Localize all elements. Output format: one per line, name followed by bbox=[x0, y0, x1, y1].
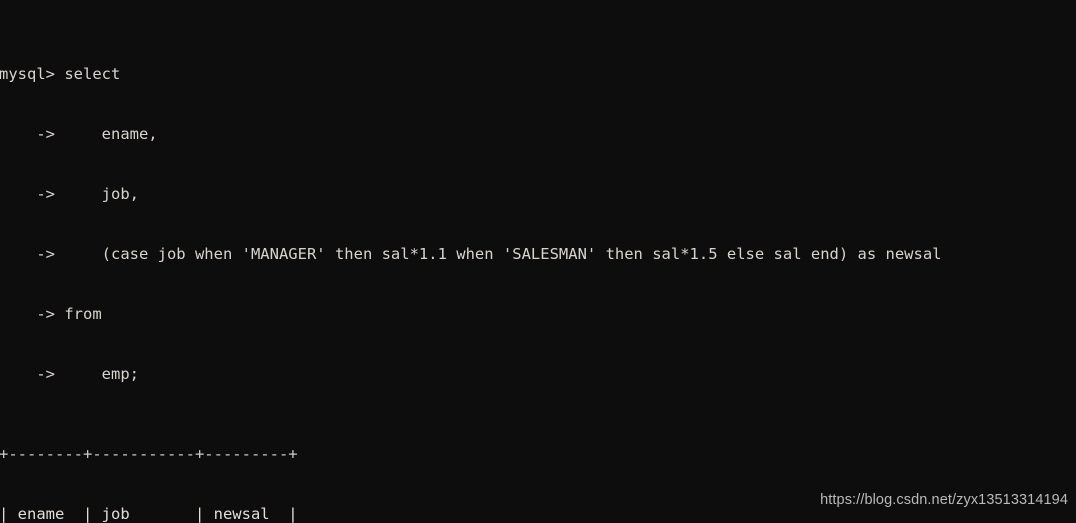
query-line: mysql> select bbox=[0, 65, 121, 83]
query-line: -> job, bbox=[0, 185, 139, 203]
query-line: -> ename, bbox=[0, 125, 158, 143]
table-border-top: +--------+-----------+---------+ bbox=[0, 445, 298, 463]
query-line: -> (case job when 'MANAGER' then sal*1.1… bbox=[0, 245, 942, 263]
terminal-screen: mysql> select -> ename, -> job, -> (case… bbox=[0, 4, 1076, 523]
query-line: -> emp; bbox=[0, 365, 139, 383]
query-line: -> from bbox=[0, 305, 102, 323]
terminal-window[interactable]: mysql> select -> ename, -> job, -> (case… bbox=[0, 0, 1076, 523]
watermark-url: https://blog.csdn.net/zyx13513314194 bbox=[820, 492, 1068, 508]
